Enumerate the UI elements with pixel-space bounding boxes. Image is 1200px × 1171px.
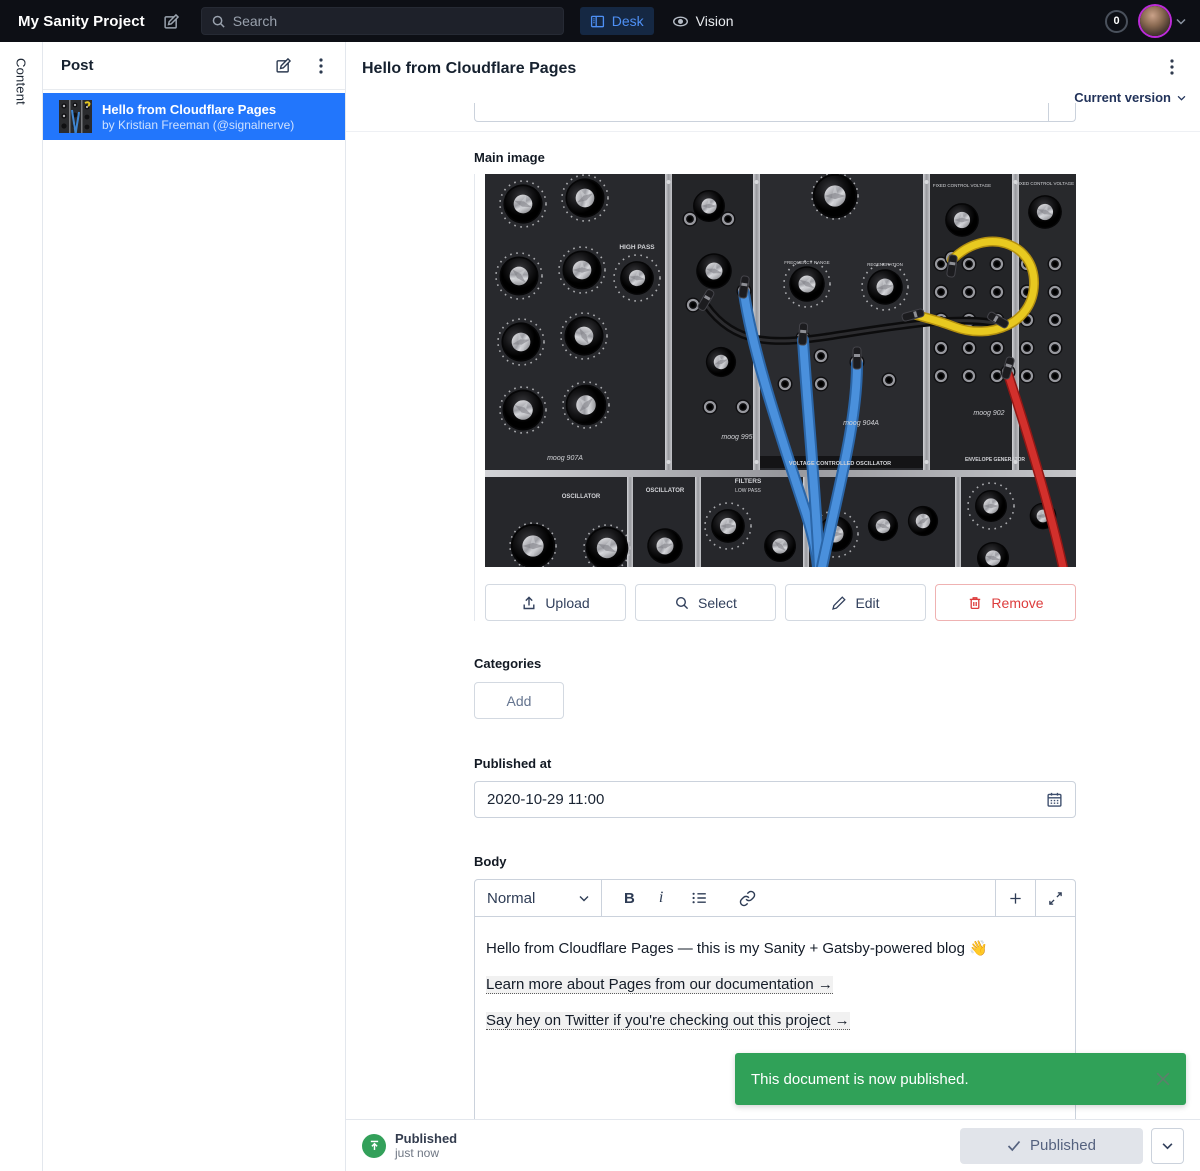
photo-label-filters: FILTERS (735, 478, 762, 485)
version-label: Current version (1074, 90, 1171, 105)
avatar-chevron-down-icon[interactable] (1176, 18, 1186, 25)
edit-button[interactable]: Edit (785, 584, 926, 621)
add-category-button[interactable]: Add (474, 682, 564, 719)
document-kebab-menu-icon[interactable] (1160, 55, 1184, 79)
avatar[interactable] (1140, 6, 1170, 36)
photo-label-envelope: ENVELOPE GENERATOR (965, 457, 1025, 463)
toast-published: This document is now published. (735, 1053, 1186, 1105)
link-icon[interactable] (735, 886, 759, 910)
insert-plus-button[interactable] (995, 880, 1035, 916)
main-image-preview[interactable]: HIGH PASS moog 907A moog 995 moog 904A m… (485, 174, 1076, 567)
status-title: Published (395, 1131, 458, 1146)
body-link-docs[interactable]: Learn more about Pages from our document… (486, 976, 833, 994)
calendar-icon[interactable] (1046, 791, 1063, 808)
italic-button[interactable]: i (659, 889, 663, 907)
rail-content-label[interactable]: Content (14, 58, 29, 1171)
notifications-badge[interactable]: 0 (1105, 9, 1128, 33)
published-at-label: Published at (474, 756, 552, 771)
content-rail: Content (0, 42, 43, 1171)
search-field[interactable] (232, 13, 554, 29)
post-list-header: Post (43, 42, 345, 90)
upload-icon (523, 595, 535, 609)
photo-label-oscillator: OSCILLATOR (562, 494, 601, 500)
photo-label-995: moog 995 (721, 434, 752, 441)
body-paragraph[interactable]: Hello from Cloudflare Pages — this is my… (486, 939, 1061, 959)
photo-label-low-pass: LOW PASS (735, 488, 761, 494)
document-header: Hello from Cloudflare Pages (346, 42, 1200, 103)
main-image-fieldset: HIGH PASS moog 907A moog 995 moog 904A m… (474, 174, 1076, 621)
form-scroll-area[interactable]: Main image HIGH PASS moog 907A moog 995 … (346, 103, 1200, 1119)
pane-kebab-menu-icon[interactable] (309, 54, 333, 78)
slug-generate-button[interactable] (1048, 103, 1075, 121)
photo-label-high-pass: HIGH PASS (619, 244, 655, 251)
photo-label-vco: VOLTAGE CONTROLLED OSCILLATOR (789, 461, 891, 467)
remove-button[interactable]: Remove (935, 584, 1076, 621)
photo-label-907a: moog 907A (547, 455, 583, 462)
body-label: Body (474, 854, 507, 869)
photo-label-regeneration: REGENERATION (867, 262, 903, 267)
publish-button[interactable]: Published (960, 1127, 1143, 1164)
tab-desk-label: Desk (611, 13, 644, 29)
editor-toolbar: Normal B i (475, 880, 1075, 917)
slug-input-partial[interactable] (474, 103, 1076, 122)
version-selector[interactable]: Current version (1074, 90, 1186, 105)
tab-desk[interactable]: Desk (579, 7, 654, 35)
document-footer: Published just now Published (346, 1119, 1200, 1171)
text-style-select[interactable]: Normal (475, 880, 602, 916)
header-divider (346, 131, 1200, 132)
document-pane: Hello from Cloudflare Pages Current vers… (346, 42, 1200, 1171)
body-link-twitter[interactable]: Say hey on Twitter if you're checking ou… (486, 1012, 850, 1030)
top-bar: My Sanity Project Desk Vision 0 (0, 0, 1200, 42)
chevron-down-icon (579, 895, 589, 901)
upload-button[interactable]: Upload (485, 584, 626, 621)
photo-label-fixed-cv-2: FIXED CONTROL VOLTAGE (1016, 181, 1074, 186)
list-item-title: Hello from Cloudflare Pages (102, 101, 277, 117)
list-item-post[interactable]: Hello from Cloudflare Pages by Kristian … (43, 93, 345, 140)
post-thumbnail (59, 100, 92, 133)
toast-close-icon[interactable] (1156, 1072, 1170, 1086)
project-title: My Sanity Project (18, 12, 145, 30)
new-document-icon[interactable] (271, 54, 295, 78)
compose-icon[interactable] (159, 8, 185, 34)
photo-label-902: moog 902 (973, 410, 1004, 417)
categories-label: Categories (474, 656, 542, 671)
publish-menu-chevron-button[interactable] (1151, 1127, 1184, 1164)
select-button[interactable]: Select (635, 584, 776, 621)
check-icon (1007, 1140, 1021, 1151)
tab-vision[interactable]: Vision (662, 7, 744, 36)
select-search-icon (676, 596, 689, 609)
toast-message: This document is now published. (751, 1070, 969, 1088)
tab-vision-label: Vision (695, 13, 734, 29)
published-at-input[interactable] (474, 781, 1076, 818)
list-item-subtitle: by Kristian Freeman (@signalnerve) (102, 117, 295, 132)
main-image-label: Main image (474, 150, 545, 165)
post-list-pane: Post Hello from Cloudflare Pages by Kris… (43, 42, 346, 1171)
photo-label-oscillator-2: OSCILLATOR (646, 488, 685, 494)
vision-icon (672, 13, 689, 30)
edit-pencil-icon (832, 595, 847, 610)
body-editor-content[interactable]: Hello from Cloudflare Pages — this is my… (475, 917, 1075, 1031)
bullet-list-icon[interactable] (687, 886, 711, 910)
photo-label-fixed-cv-1: FIXED CONTROL VOLTAGE (933, 183, 991, 188)
chevron-down-icon (1177, 95, 1186, 101)
publish-status-chip: Published just now (362, 1131, 457, 1160)
fullscreen-expand-icon[interactable] (1035, 880, 1075, 916)
status-time: just now (395, 1146, 440, 1160)
search-icon (211, 14, 226, 29)
photo-label-freq-range: FREQUENCY RANGE (784, 260, 829, 265)
pane-title: Post (61, 57, 94, 74)
photo-label-904a: moog 904A (843, 420, 879, 427)
search-input[interactable] (200, 7, 564, 35)
document-title: Hello from Cloudflare Pages (362, 60, 577, 77)
published-status-icon (362, 1133, 386, 1158)
published-at-value[interactable] (487, 791, 1046, 808)
bold-button[interactable]: B (624, 890, 635, 907)
desk-icon (590, 14, 605, 29)
trash-icon (970, 596, 981, 609)
